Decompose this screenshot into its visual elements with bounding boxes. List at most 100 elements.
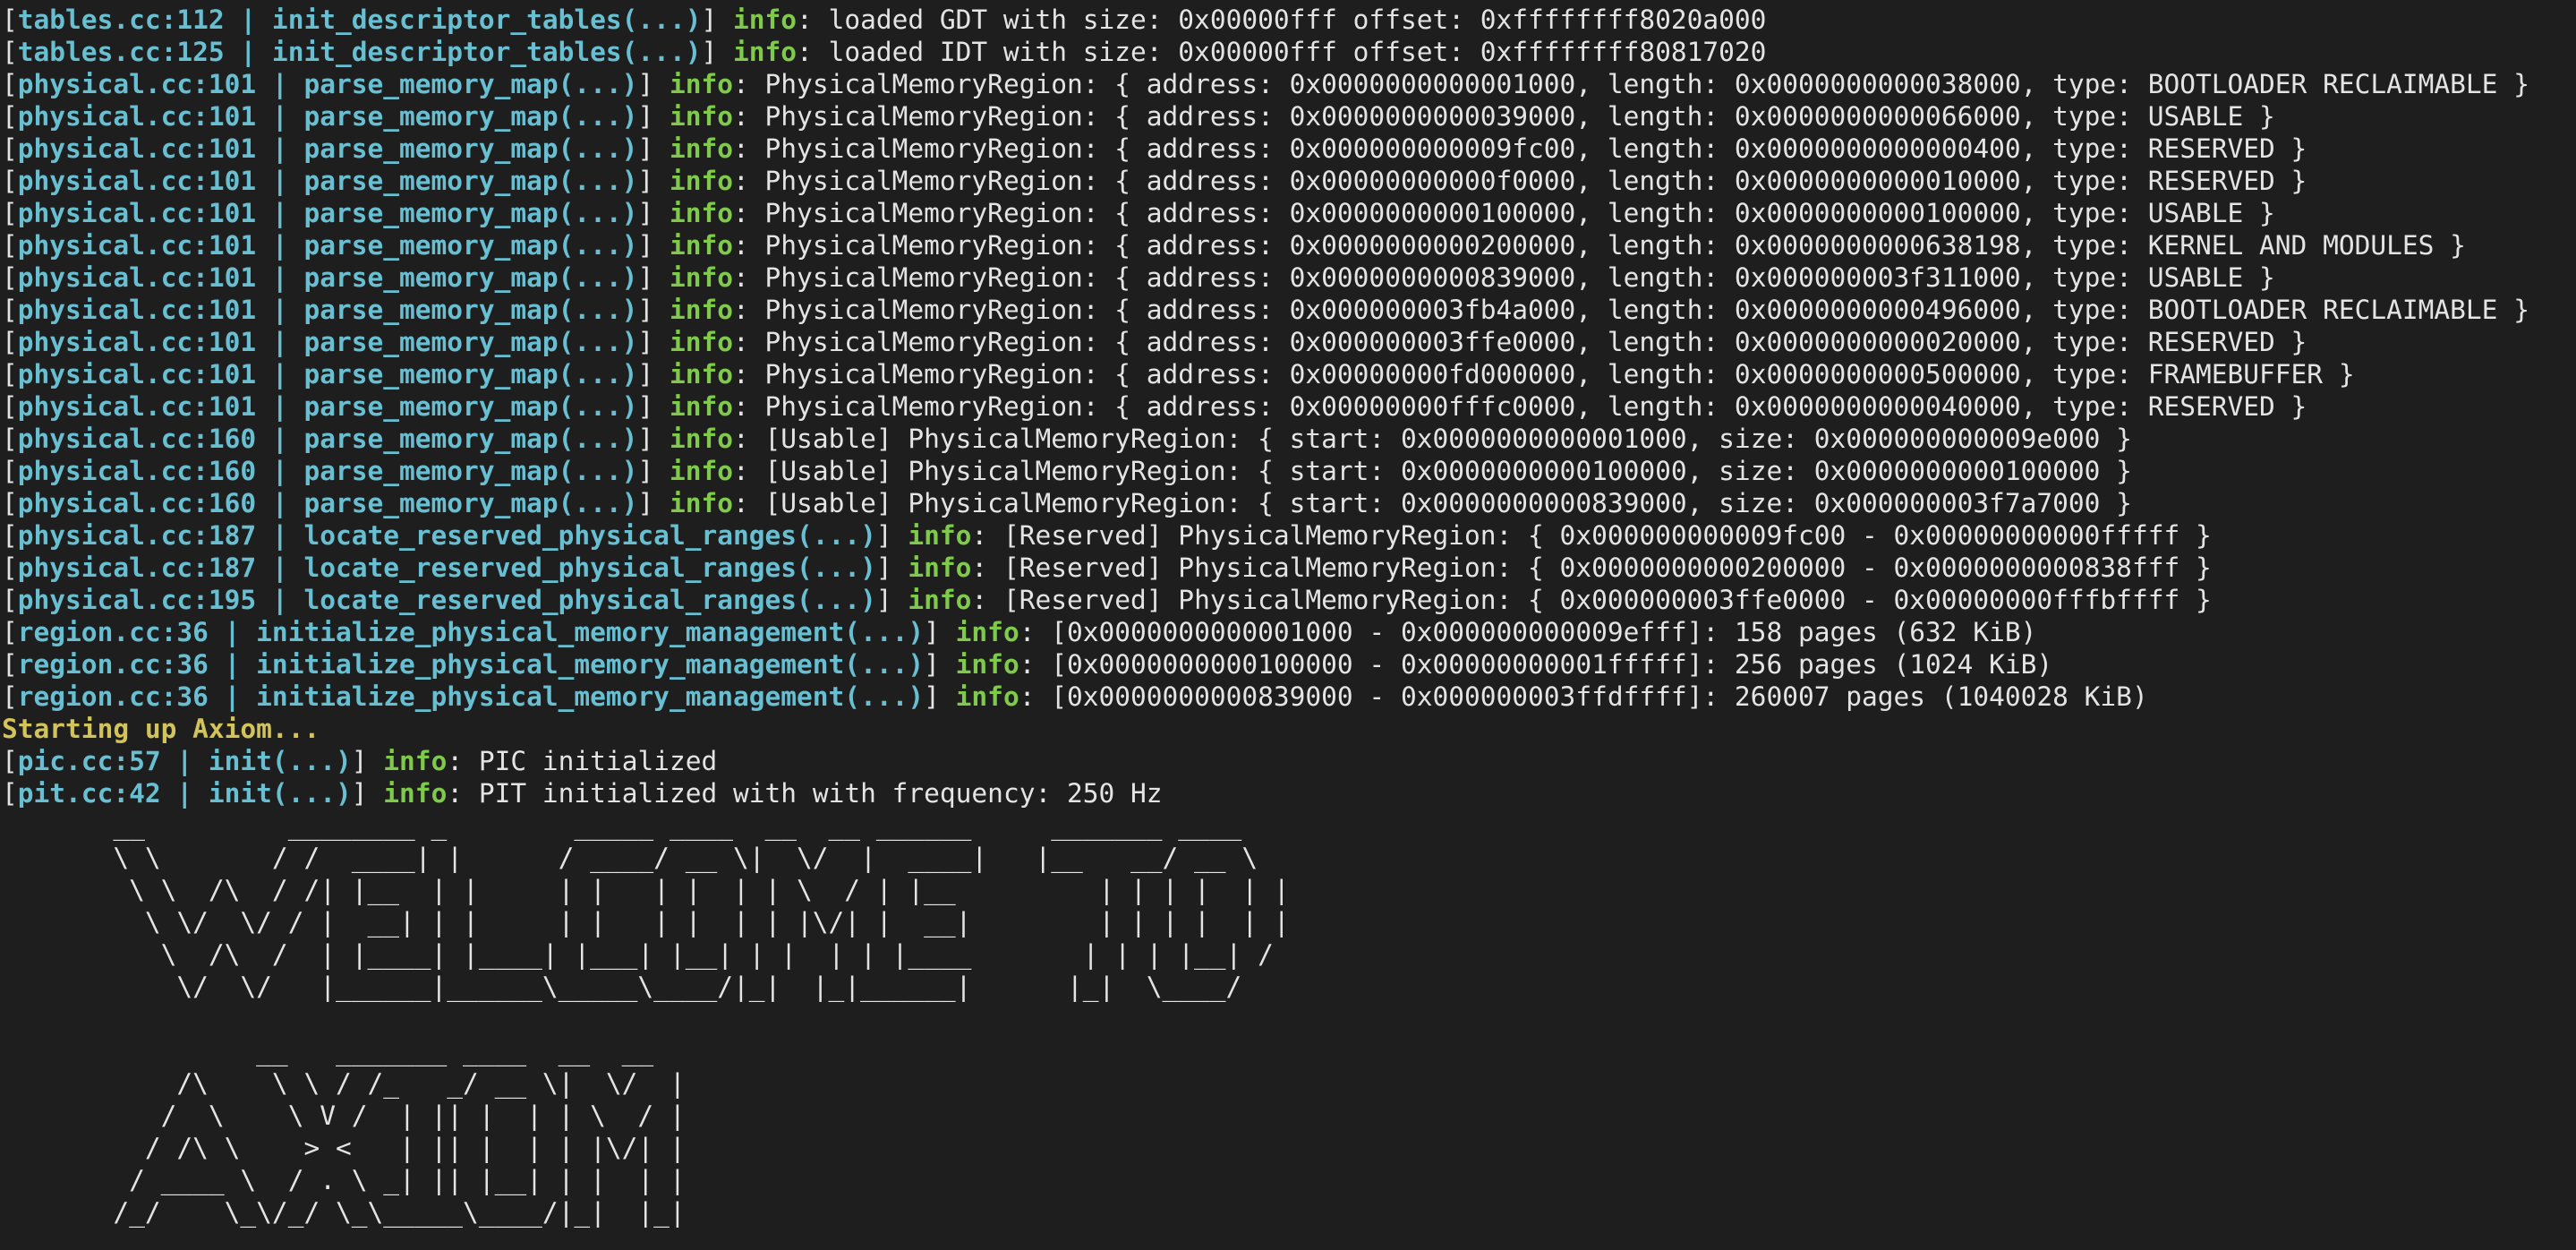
ascii-banner-axiom: __ _______ ____ __ __ /\ \ \ / /_ _/ __ … <box>113 1036 686 1228</box>
log-level: info <box>669 359 734 390</box>
log-line: [physical.cc:101 | parse_memory_map(...)… <box>2 100 2529 133</box>
bracket-close: ] <box>637 166 670 196</box>
log-level: info <box>669 488 734 518</box>
bracket-open: [ <box>2 488 18 518</box>
log-message: : PhysicalMemoryRegion: { address: 0x000… <box>733 166 2307 196</box>
log-line: [physical.cc:101 | parse_memory_map(...)… <box>2 165 2529 197</box>
log-line: [physical.cc:160 | parse_memory_map(...)… <box>2 487 2529 519</box>
log-level: info <box>669 101 734 132</box>
log-source: physical.cc:160 | parse_memory_map(...) <box>17 456 638 486</box>
log-message: : PIC initialized <box>447 746 718 776</box>
log-message: : [0x0000000000100000 - 0x00000000001fff… <box>1019 649 2053 680</box>
bracket-close: ] <box>637 198 670 228</box>
terminal-window[interactable]: [tables.cc:112 | init_descriptor_tables(… <box>0 0 2576 1250</box>
bracket-open: [ <box>2 424 18 454</box>
bracket-close: ] <box>637 327 670 357</box>
log-line: [physical.cc:101 | parse_memory_map(...)… <box>2 229 2529 261</box>
bracket-open: [ <box>2 262 18 293</box>
log-source: physical.cc:101 | parse_memory_map(...) <box>17 262 638 293</box>
log-level: info <box>383 746 448 776</box>
boot-message: Starting up Axiom... <box>2 713 2529 745</box>
bracket-open: [ <box>2 778 18 809</box>
bracket-open: [ <box>2 746 18 776</box>
bracket-open: [ <box>2 295 18 325</box>
log-level: info <box>669 230 734 261</box>
bracket-open: [ <box>2 4 18 35</box>
log-level: info <box>669 295 734 325</box>
log-message: : PhysicalMemoryRegion: { address: 0x000… <box>733 262 2275 293</box>
log-level: info <box>669 133 734 164</box>
log-message: : PhysicalMemoryRegion: { address: 0x000… <box>733 327 2307 357</box>
log-level: info <box>733 4 798 35</box>
log-level: info <box>383 778 448 809</box>
bracket-open: [ <box>2 133 18 164</box>
bracket-close: ] <box>875 585 908 615</box>
log-message: : loaded IDT with size: 0x00000fff offse… <box>797 37 1767 67</box>
bracket-close: ] <box>637 262 670 293</box>
log-message: : PhysicalMemoryRegion: { address: 0x000… <box>733 359 2355 390</box>
log-level: info <box>669 424 734 454</box>
log-output: [tables.cc:112 | init_descriptor_tables(… <box>2 4 2529 809</box>
log-source: physical.cc:101 | parse_memory_map(...) <box>17 230 638 261</box>
log-message: : PhysicalMemoryRegion: { address: 0x000… <box>733 391 2307 422</box>
log-level: info <box>669 327 734 357</box>
log-line: [physical.cc:101 | parse_memory_map(...)… <box>2 133 2529 165</box>
log-message: : [Usable] PhysicalMemoryRegion: { start… <box>733 488 2132 518</box>
bracket-open: [ <box>2 552 18 583</box>
log-line: [pit.cc:42 | init(...)] info: PIT initia… <box>2 777 2529 809</box>
bracket-open: [ <box>2 456 18 486</box>
log-source: physical.cc:101 | parse_memory_map(...) <box>17 359 638 390</box>
bracket-close: ] <box>637 359 670 390</box>
log-message: : PhysicalMemoryRegion: { address: 0x000… <box>733 295 2529 325</box>
bracket-open: [ <box>2 37 18 67</box>
log-line: [region.cc:36 | initialize_physical_memo… <box>2 648 2529 681</box>
log-message: : PIT initialized with with frequency: 2… <box>447 778 1163 809</box>
bracket-open: [ <box>2 520 18 551</box>
bracket-open: [ <box>2 585 18 615</box>
bracket-close: ] <box>924 681 956 712</box>
log-line: [physical.cc:160 | parse_memory_map(...)… <box>2 423 2529 455</box>
log-message: : [0x0000000000001000 - 0x000000000009ef… <box>1019 617 2037 647</box>
log-message: : PhysicalMemoryRegion: { address: 0x000… <box>733 133 2307 164</box>
log-level: info <box>955 617 1019 647</box>
bracket-close: ] <box>637 133 670 164</box>
bracket-close: ] <box>637 295 670 325</box>
log-line: [tables.cc:112 | init_descriptor_tables(… <box>2 4 2529 36</box>
bracket-close: ] <box>924 649 956 680</box>
log-message: : [Usable] PhysicalMemoryRegion: { start… <box>733 456 2132 486</box>
bracket-open: [ <box>2 327 18 357</box>
bracket-close: ] <box>351 746 384 776</box>
bracket-close: ] <box>875 520 908 551</box>
log-line: [physical.cc:187 | locate_reserved_physi… <box>2 519 2529 552</box>
bracket-open: [ <box>2 391 18 422</box>
bracket-open: [ <box>2 198 18 228</box>
log-line: [physical.cc:101 | parse_memory_map(...)… <box>2 358 2529 390</box>
bracket-open: [ <box>2 681 18 712</box>
bracket-open: [ <box>2 69 18 99</box>
log-source: physical.cc:101 | parse_memory_map(...) <box>17 391 638 422</box>
log-line: [physical.cc:195 | locate_reserved_physi… <box>2 584 2529 616</box>
bracket-open: [ <box>2 617 18 647</box>
log-level: info <box>669 198 734 228</box>
log-source: physical.cc:101 | parse_memory_map(...) <box>17 166 638 196</box>
ascii-banner-welcome-to: __ ________ _ _____ ____ __ __ ______ __… <box>113 810 1290 1002</box>
log-level: info <box>908 585 972 615</box>
log-line: [region.cc:36 | initialize_physical_memo… <box>2 681 2529 713</box>
log-source: region.cc:36 | initialize_physical_memor… <box>17 617 925 647</box>
log-source: region.cc:36 | initialize_physical_memor… <box>17 649 925 680</box>
log-source: physical.cc:187 | locate_reserved_physic… <box>17 520 876 551</box>
bracket-open: [ <box>2 166 18 196</box>
log-source: tables.cc:112 | init_descriptor_tables(.… <box>17 4 702 35</box>
log-message: : [0x0000000000839000 - 0x000000003ffdff… <box>1019 681 2148 712</box>
log-level: info <box>908 520 972 551</box>
log-line: [physical.cc:187 | locate_reserved_physi… <box>2 552 2529 584</box>
log-message: : [Reserved] PhysicalMemoryRegion: { 0x0… <box>971 520 2212 551</box>
bracket-close: ] <box>637 488 670 518</box>
log-message: : PhysicalMemoryRegion: { address: 0x000… <box>733 69 2529 99</box>
log-source: physical.cc:101 | parse_memory_map(...) <box>17 198 638 228</box>
log-source: physical.cc:101 | parse_memory_map(...) <box>17 101 638 132</box>
log-line: [tables.cc:125 | init_descriptor_tables(… <box>2 36 2529 68</box>
log-source: physical.cc:101 | parse_memory_map(...) <box>17 295 638 325</box>
log-message: : loaded GDT with size: 0x00000fff offse… <box>797 4 1767 35</box>
log-line: [physical.cc:101 | parse_memory_map(...)… <box>2 294 2529 326</box>
